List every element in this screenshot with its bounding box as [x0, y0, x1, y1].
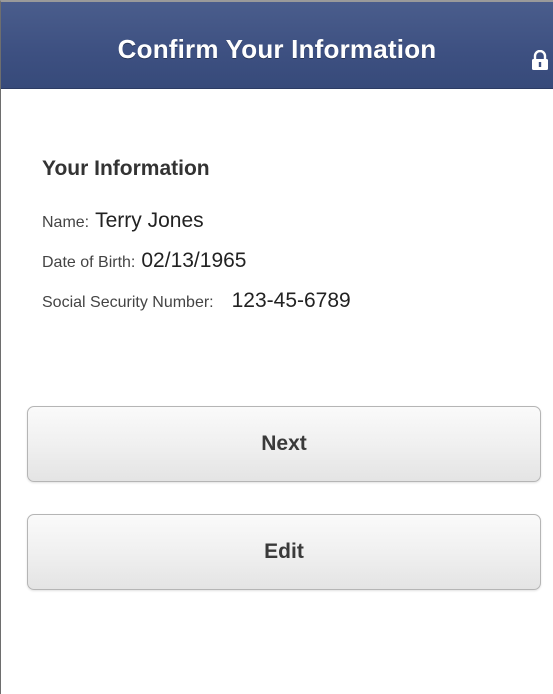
header-bar: Confirm Your Information [1, 2, 553, 89]
app-frame: Confirm Your Information Your Informatio… [0, 0, 553, 694]
name-row: Name: Terry Jones [42, 209, 553, 233]
name-label: Name: [42, 214, 90, 231]
lock-icon [532, 50, 548, 70]
dob-row: Date of Birth: 02/13/1965 [42, 249, 553, 273]
edit-button[interactable]: Edit [27, 514, 541, 590]
section-title: Your Information [42, 157, 210, 180]
ssn-label: Social Security Number: [42, 294, 214, 311]
ssn-row: Social Security Number: 123-45-6789 [42, 289, 553, 313]
info-section: Your Information Name: Terry Jones Date o… [1, 157, 553, 313]
dob-value: 02/13/1965 [141, 249, 247, 272]
dob-label: Date of Birth: [42, 254, 136, 271]
name-value: Terry Jones [95, 209, 204, 232]
next-button[interactable]: Next [27, 406, 541, 482]
ssn-value: 123-45-6789 [231, 289, 351, 312]
page-title: Confirm Your Information [117, 34, 437, 64]
